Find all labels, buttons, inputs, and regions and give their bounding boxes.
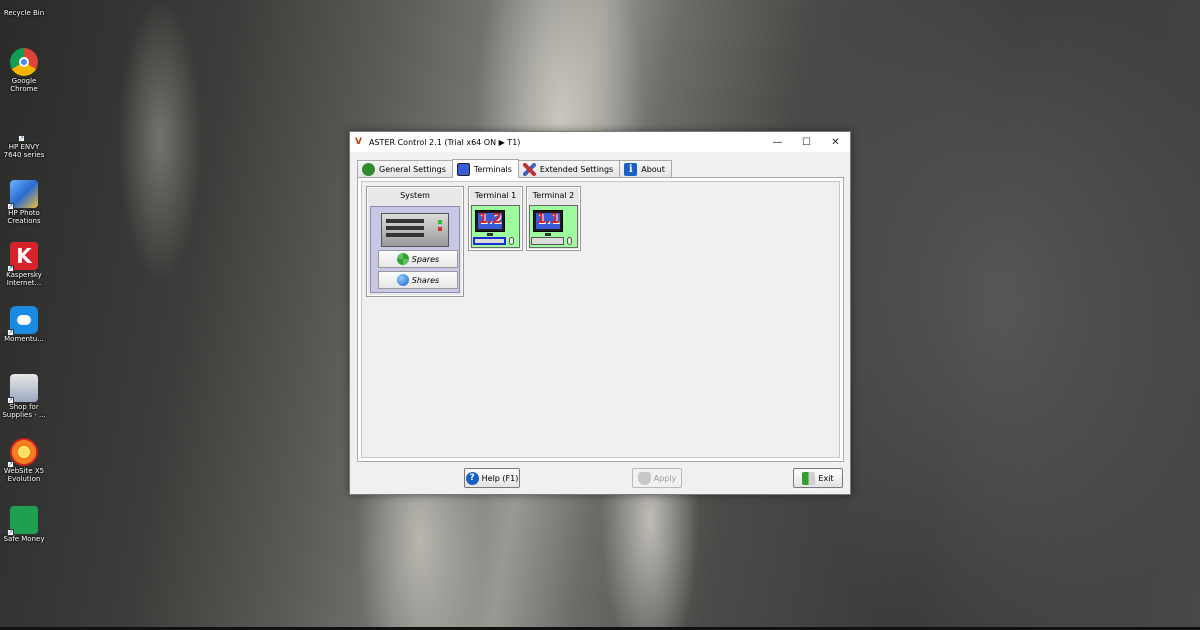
aster-control-window: V ASTER Control 2.1 (Trial x64 ON ▶ T1) … [349,131,851,495]
tab-label: General Settings [379,164,446,174]
tab-about[interactable]: i About [619,160,672,177]
window-title: ASTER Control 2.1 (Trial x64 ON ▶ T1) [369,137,521,147]
globe-icon [396,274,409,286]
desktop-icon-momentum[interactable]: ↗ Momentu... [2,306,46,343]
tab-general-settings[interactable]: General Settings [357,160,453,177]
printer-icon: ↗ [10,130,38,142]
monitor-icon: 1.2 [475,210,505,232]
server-led [438,220,442,224]
desktop-icon-recycle-bin[interactable]: Recycle Bin [2,0,46,17]
mouse-icon [567,237,572,245]
cloud-icon: ↗ [7,306,38,336]
exit-icon [802,471,816,485]
terminal-label: Terminal 2 [532,191,575,200]
desktop-icon-label: Google Chrome [10,77,38,93]
server-bay [386,226,424,230]
terminal-body: 1.2 [471,205,520,248]
desktop-icon-label: HP Photo Creations [7,209,41,225]
exit-button-label: Exit [818,473,834,483]
shortcut-arrow-icon: ↗ [7,461,14,468]
shield-icon [637,471,651,485]
tab-bar: General Settings Terminals Extended Sett… [357,159,672,178]
desktop-icon-safe-money[interactable]: ↗ Safe Money [2,506,46,543]
monitor-icon: 1.1 [533,210,563,232]
monitor-stand [487,233,493,236]
minimize-button[interactable]: — [763,132,792,152]
desktop-icon-google-chrome[interactable]: Google Chrome [2,48,46,93]
chrome-icon [10,48,38,76]
recycle-bin-icon [10,0,38,8]
desktop-icon-hp-photo-creations[interactable]: ↗ HP Photo Creations [2,180,46,225]
terminals-icon [456,162,470,176]
system-label: System [400,191,430,200]
kaspersky-icon: K ↗ [7,242,38,272]
monitor-stand [545,233,551,236]
system-body: Spares Shares [370,206,460,293]
website-x5-icon: ↗ [7,438,38,468]
terminal-1-box[interactable]: Terminal 1 1.2 [468,186,523,251]
tab-extended-settings[interactable]: Extended Settings [517,160,621,177]
maximize-button[interactable]: ☐ [792,132,821,152]
apply-button-label: Apply [653,473,677,483]
desktop-icon-label: HP ENVY 7640 series [3,143,45,159]
aster-app-icon: V [355,137,362,147]
help-button[interactable]: ? Help (F1) [464,468,520,488]
shares-label: Shares [411,275,440,285]
terminals-area: System Spares Shares Terminal 1 1.2 Term… [361,181,840,458]
tab-label: Extended Settings [539,164,614,174]
desktop-icon-shop-for-supplies[interactable]: ↗ Shop for Supplies - ... [2,374,46,419]
desktop-icon-label: Recycle Bin [3,9,45,17]
system-box[interactable]: System Spares Shares [366,186,464,297]
terminal-2-box[interactable]: Terminal 2 1.1 [526,186,581,251]
shortcut-arrow-icon: ↗ [18,135,25,142]
desktop-icon-website-x5[interactable]: ↗ WebSite X5 Evolution [2,438,46,483]
tab-terminals[interactable]: Terminals [451,159,519,178]
general-settings-icon [362,162,375,176]
server-led [438,227,442,231]
safe-money-icon: ↗ [7,506,38,536]
terminal-screen-number: 1.1 [536,212,560,227]
keyboard-icon [473,237,506,245]
server-icon [381,213,449,247]
apply-button[interactable]: Apply [632,468,682,488]
help-button-label: Help (F1) [481,473,519,483]
recycle-icon [396,253,409,265]
terminal-label: Terminal 1 [474,191,517,200]
terminal-screen-number: 1.2 [478,212,502,227]
desktop-icon-kaspersky[interactable]: K ↗ Kaspersky Internet... [2,242,46,287]
info-icon: i [624,162,638,176]
desktop-icon-label: Kaspersky Internet... [6,271,42,287]
desktop-icon-label: WebSite X5 Evolution [3,467,45,483]
server-bay [386,219,424,223]
tools-icon [522,162,536,176]
mouse-icon [509,237,514,245]
shortcut-arrow-icon: ↗ [7,203,14,210]
tab-label: Terminals [473,164,512,174]
close-button[interactable]: ✕ [821,132,850,152]
shortcut-arrow-icon: ↗ [7,397,14,404]
shortcut-arrow-icon: ↗ [7,329,14,336]
desktop-icon-hp-envy[interactable]: ↗ HP ENVY 7640 series [2,130,46,159]
photo-icon: ↗ [7,180,38,210]
shop-icon: ↗ [7,374,38,404]
title-bar[interactable]: V ASTER Control 2.1 (Trial x64 ON ▶ T1) … [350,132,850,152]
terminals-panel: System Spares Shares Terminal 1 1.2 Term… [357,177,844,462]
help-icon: ? [465,471,479,485]
shares-button[interactable]: Shares [378,271,458,289]
terminal-body: 1.1 [529,205,578,248]
desktop-icon-label: Momentu... [4,335,44,343]
tab-label: About [641,164,665,174]
keyboard-icon [531,237,564,245]
spares-label: Spares [411,254,440,264]
desktop-icon-label: Safe Money [3,535,45,543]
shortcut-arrow-icon: ↗ [7,529,14,536]
exit-button[interactable]: Exit [793,468,843,488]
shortcut-arrow-icon: ↗ [7,265,14,272]
spares-button[interactable]: Spares [378,250,458,268]
desktop-icon-label: Shop for Supplies - ... [2,403,46,419]
server-bay [386,233,424,237]
